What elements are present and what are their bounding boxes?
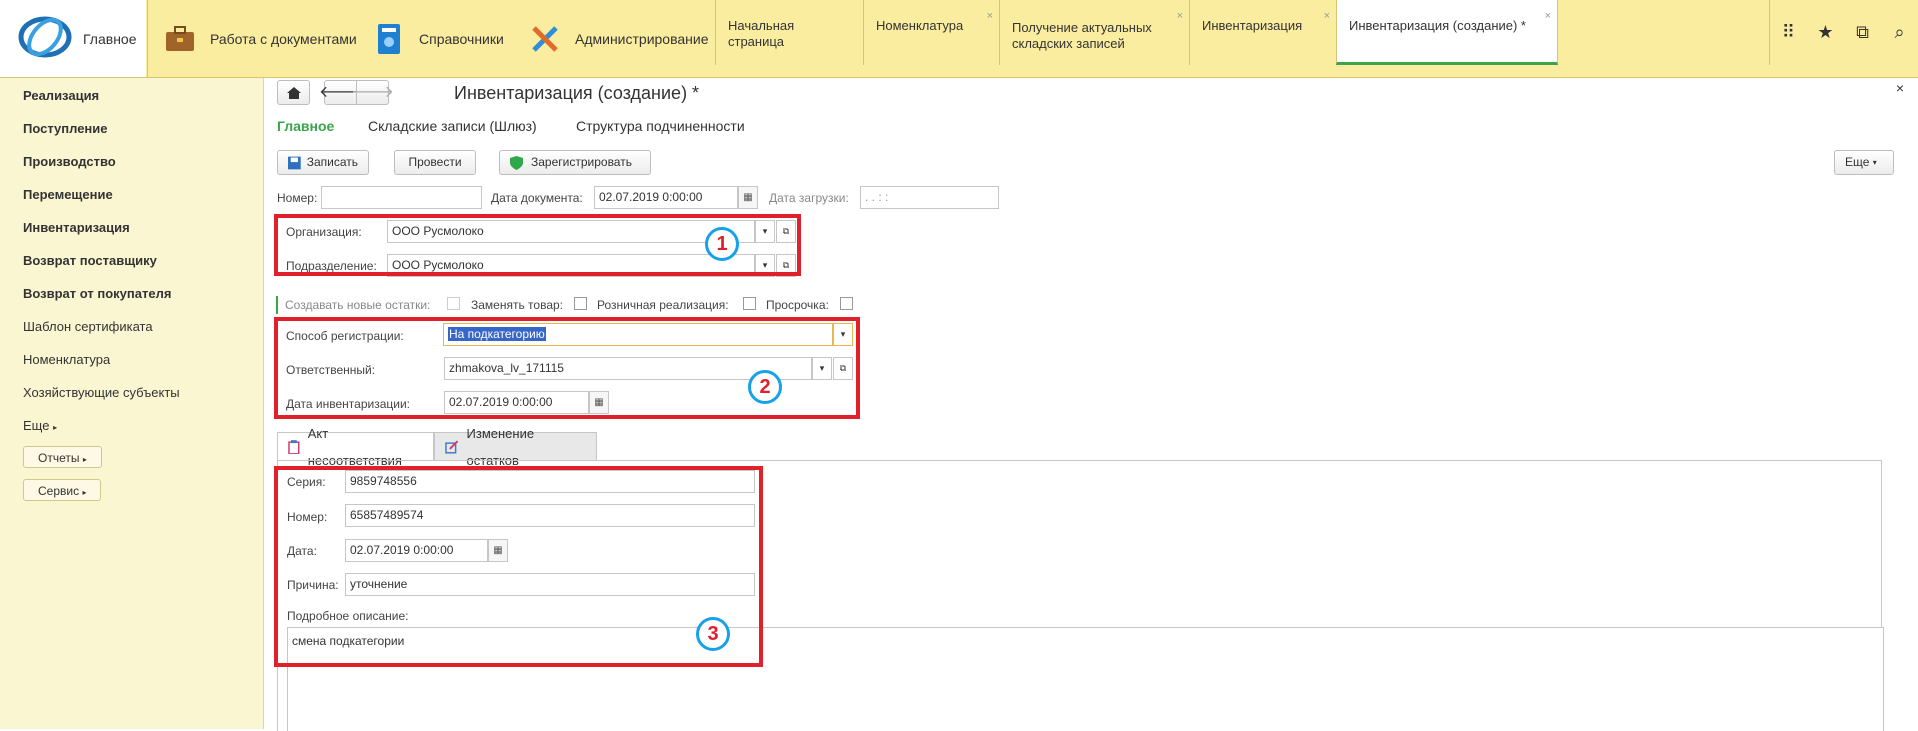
sidebar-item-production[interactable]: Производство xyxy=(23,154,116,169)
reports-button[interactable]: Отчеты ▸ xyxy=(23,446,102,468)
sidebar-item-inventory[interactable]: Инвентаризация xyxy=(23,220,130,235)
checkbox-label-retail: Розничная реализация: xyxy=(597,298,729,312)
sidebar-item-entities[interactable]: Хозяйствующие субъекты xyxy=(23,385,180,400)
checkbox-new-stock[interactable] xyxy=(447,297,460,310)
tab-home[interactable]: Начальная страница xyxy=(715,0,863,65)
save-button[interactable]: Записать xyxy=(277,150,369,175)
sidebar: Реализация Поступление Производство Пере… xyxy=(0,78,264,729)
sidebar-item-nomenclature[interactable]: Номенклатура xyxy=(23,352,110,367)
form-tab-main[interactable]: Главное xyxy=(277,118,334,134)
logo-icon xyxy=(18,16,72,58)
checkbox-label-replace: Заменять товар: xyxy=(471,298,564,312)
annotation-badge-1: 1 xyxy=(705,227,739,261)
section-admin[interactable]: Администрирование xyxy=(527,0,717,77)
section-label: Работа с документами xyxy=(210,30,357,47)
section-references[interactable]: Справочники xyxy=(371,0,523,77)
clipboard-icon xyxy=(288,439,300,454)
calendar-icon[interactable]: ▦ xyxy=(738,186,758,209)
close-icon[interactable]: × xyxy=(1324,8,1330,24)
tab-inventory[interactable]: Инвентаризация × xyxy=(1189,0,1336,65)
close-icon[interactable]: × xyxy=(1545,8,1551,24)
section-label: Справочники xyxy=(419,30,504,47)
tab-label: Инвентаризация xyxy=(1202,18,1303,33)
service-button[interactable]: Сервис ▸ xyxy=(23,479,102,501)
annotation-badge-2: 2 xyxy=(748,370,782,404)
floppy-icon xyxy=(288,156,301,169)
arrow-right-icon: ▸ xyxy=(82,455,87,464)
close-icon[interactable]: × xyxy=(987,8,993,24)
section-label: Главное xyxy=(83,30,137,47)
subtab-stock-change[interactable]: Изменение остатков xyxy=(434,426,597,468)
book-icon xyxy=(371,21,407,57)
number-field[interactable] xyxy=(321,186,482,209)
checkbox-label-new-stock: Создавать новые остатки: xyxy=(285,298,431,312)
doc-date-label: Дата документа: xyxy=(491,191,583,205)
forward-button[interactable]: 🡒 xyxy=(351,80,394,105)
chevron-down-icon: ▾ xyxy=(1872,158,1877,167)
tab-label: Номенклатура xyxy=(876,18,964,33)
number-label: Номер: xyxy=(277,191,318,205)
sidebar-item-transfer[interactable]: Перемещение xyxy=(23,187,113,202)
grid-icon[interactable]: ⠿ xyxy=(1770,22,1807,43)
star-icon[interactable]: ★ xyxy=(1807,22,1844,43)
tab-label: Начальная страница xyxy=(728,18,795,49)
sidebar-item-more[interactable]: Еще ▸ xyxy=(23,418,57,433)
section-label: Администрирование xyxy=(575,30,709,47)
checkbox-label-expired: Просрочка: xyxy=(766,298,829,312)
doc-date-field[interactable]: 02.07.2019 0:00:00 xyxy=(594,186,738,209)
section-documents[interactable]: Работа с документами xyxy=(147,0,371,77)
tab-nomenclature[interactable]: Номенклатура × xyxy=(863,0,999,65)
accent-bar xyxy=(276,296,278,314)
subtab-discrepancy-act[interactable]: Акт несоответствия xyxy=(277,426,434,468)
form-tab-structure[interactable]: Структура подчиненности xyxy=(576,118,745,134)
tab-inventory-create[interactable]: Инвентаризация (создание) * × xyxy=(1336,0,1558,65)
tab-label: Инвентаризация (создание) * xyxy=(1349,18,1526,33)
search-icon[interactable]: ⌕ xyxy=(1881,22,1918,43)
edit-icon xyxy=(445,440,459,454)
annotation-badge-3: 3 xyxy=(696,617,730,651)
shield-icon xyxy=(510,155,523,170)
sidebar-item-certificate-template[interactable]: Шаблон сертификата xyxy=(23,319,153,334)
top-right-icons: ⠿ ★ ⧉ ⌕ xyxy=(1769,0,1918,65)
history-icon[interactable]: ⧉ xyxy=(1844,22,1881,43)
highlight-box-2 xyxy=(274,317,860,419)
arrow-right-icon: ▸ xyxy=(82,488,87,497)
briefcase-icon xyxy=(162,21,198,57)
load-date-label: Дата загрузки: xyxy=(769,191,849,205)
sidebar-item-return-customer[interactable]: Возврат от покупателя xyxy=(23,286,171,301)
checkbox-retail[interactable] xyxy=(743,297,756,310)
top-bar: Главное Работа с документами Справочники… xyxy=(0,0,1918,78)
open-tabs: Начальная страница Номенклатура × Получе… xyxy=(715,0,1558,65)
post-button[interactable]: Провести xyxy=(394,150,476,175)
highlight-box-3 xyxy=(274,466,763,667)
register-button[interactable]: Зарегистрировать xyxy=(499,150,651,175)
section-main[interactable]: Главное xyxy=(0,0,146,77)
checkbox-expired[interactable] xyxy=(840,297,853,310)
sidebar-item-receipts[interactable]: Поступление xyxy=(23,121,108,136)
arrow-right-icon: ▸ xyxy=(53,423,58,432)
form-tab-warehouse-gateway[interactable]: Складские записи (Шлюз) xyxy=(368,118,537,134)
arrow-right-icon: 🡒 xyxy=(351,84,394,101)
load-date-field[interactable]: . . : : xyxy=(860,186,999,209)
more-button[interactable]: Еще ▾ xyxy=(1834,150,1894,175)
sidebar-item-sales[interactable]: Реализация xyxy=(23,88,99,103)
home-icon xyxy=(286,86,301,99)
checkbox-replace[interactable] xyxy=(574,297,587,310)
tab-label: Получение актуальных складских записей xyxy=(1012,20,1152,51)
tab-warehouse-records[interactable]: Получение актуальных складских записей × xyxy=(999,0,1189,65)
close-icon[interactable]: × xyxy=(1896,80,1904,96)
page-title: Инвентаризация (создание) * xyxy=(454,83,700,103)
tools-icon xyxy=(527,21,563,57)
home-button[interactable] xyxy=(277,80,310,105)
close-icon[interactable]: × xyxy=(1177,8,1183,24)
sidebar-item-return-supplier[interactable]: Возврат поставщику xyxy=(23,253,157,268)
